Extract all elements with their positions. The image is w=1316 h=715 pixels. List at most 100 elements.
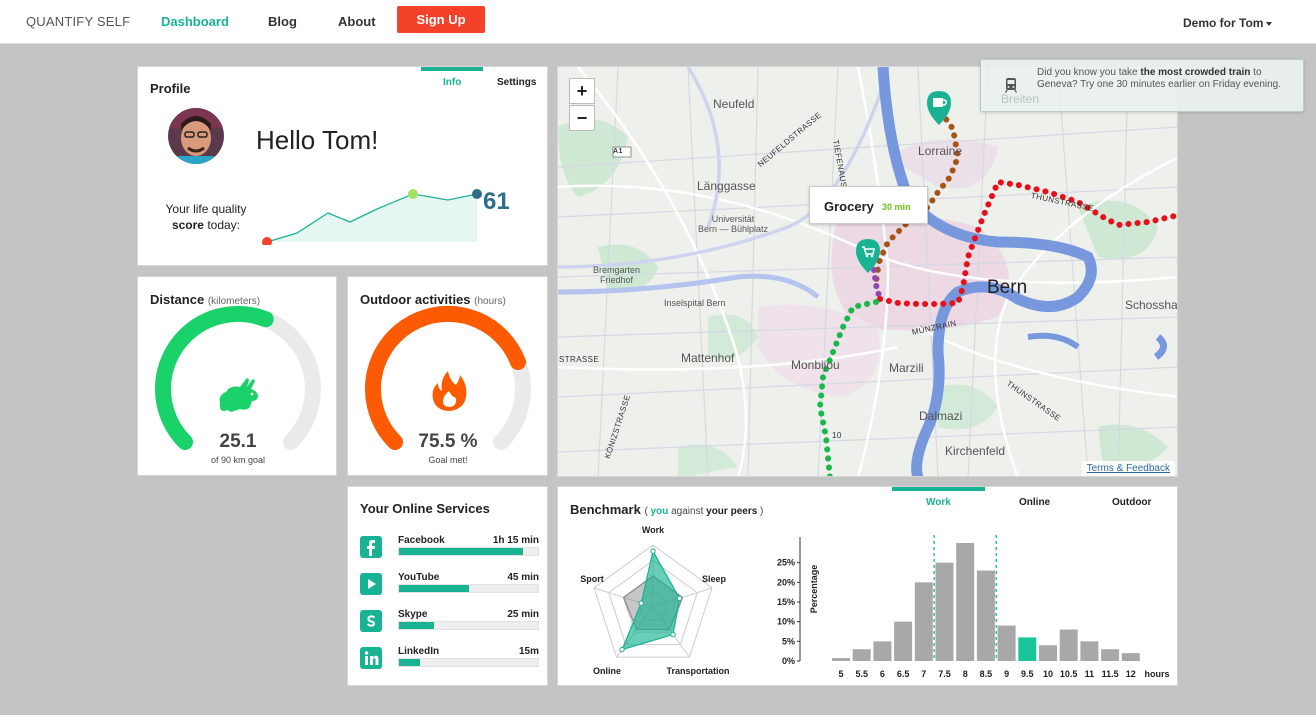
tab-settings[interactable]: Settings xyxy=(497,77,536,88)
x-tick-label: 7.5 xyxy=(938,669,951,679)
grocery-popup[interactable]: Grocery 30 min xyxy=(809,186,928,224)
radar-axis-label: Sleep xyxy=(702,574,727,584)
avatar[interactable] xyxy=(168,108,224,164)
x-tick-label: 9.5 xyxy=(1021,669,1034,679)
brand-logo[interactable]: QUANTIFY SELF xyxy=(26,14,130,29)
services-title: Your Online Services xyxy=(360,501,490,516)
map-label-bremgarten-line2: Friedhof xyxy=(600,275,634,285)
radar-you-point xyxy=(670,631,676,638)
outdoor-card: Outdoor activities (hours) 75.5 % Goal m… xyxy=(347,276,548,476)
life-label-line1: Your life quality xyxy=(165,202,247,216)
train-icon xyxy=(1004,78,1018,93)
user-menu[interactable]: Demo for Tom xyxy=(1183,16,1273,30)
bar-8 xyxy=(956,543,975,661)
top-navbar: QUANTIFY SELF Dashboard Blog About Sign … xyxy=(0,0,1316,44)
x-tick-label: 12 xyxy=(1126,669,1136,679)
sparkline-start-point xyxy=(262,237,272,245)
map-label-a1: A1 xyxy=(613,148,623,155)
zoom-out-button[interactable]: − xyxy=(569,105,595,131)
nav-blog[interactable]: Blog xyxy=(268,14,297,29)
map-attribution-link[interactable]: Terms & Feedback xyxy=(1081,461,1175,476)
service-name: Facebook xyxy=(398,535,445,546)
tab-indicator xyxy=(421,67,483,71)
x-tick-label: 6 xyxy=(880,669,885,679)
bar-6 xyxy=(873,641,892,661)
map-label-langgasse: Länggasse xyxy=(697,179,756,193)
sparkline-peak-point xyxy=(408,189,418,199)
service-usage-bar xyxy=(398,621,539,630)
bar-5 xyxy=(832,658,850,661)
linkedin-icon xyxy=(360,647,382,669)
profile-card: Profile Info Settings Hello Tom! Your li… xyxy=(137,66,548,266)
rabbit-icon xyxy=(219,378,258,412)
map-label-marzili: Marzili xyxy=(889,361,924,375)
service-time: 15m xyxy=(518,646,539,657)
tab-info[interactable]: Info xyxy=(443,77,461,88)
x-tick-label: 11 xyxy=(1085,669,1095,679)
zoom-in-button[interactable]: + xyxy=(569,78,595,104)
map-label-kirchenfeld: Kirchenfeld xyxy=(945,444,1006,458)
radar-you-point xyxy=(676,595,683,602)
service-name: LinkedIn xyxy=(398,646,440,657)
radar-axis-label: Work xyxy=(642,525,665,535)
map-label-bremgarten: Bremgarten Friedhof xyxy=(593,265,640,285)
x-tick-label: 6.5 xyxy=(897,669,910,679)
x-tick-label: 7 xyxy=(921,669,926,679)
map-label-lorraine: Lorraine xyxy=(918,144,963,158)
life-label-rest: today: xyxy=(207,218,241,232)
nav-about[interactable]: About xyxy=(338,14,376,29)
benchmark-card: Benchmark ( you against your peers ) Wor… xyxy=(557,486,1178,686)
y-tick-label: 20% xyxy=(777,577,795,587)
nav-dashboard[interactable]: Dashboard xyxy=(161,14,229,29)
distance-goal: of 90 km goal xyxy=(210,455,266,465)
map-label-route-number: 10 xyxy=(832,431,842,440)
chevron-down-icon xyxy=(1266,21,1273,26)
map-label-uni-line1: Universität xyxy=(711,214,755,224)
outdoor-value: 75.5 % xyxy=(418,431,478,452)
y-tick-label: 15% xyxy=(777,597,795,607)
x-tick-label: 9 xyxy=(1004,669,1009,679)
service-usage-bar xyxy=(398,658,539,667)
signup-button[interactable]: Sign Up xyxy=(397,6,485,33)
skype-icon xyxy=(360,610,382,632)
y-tick-label: 10% xyxy=(777,617,795,627)
service-usage-fill xyxy=(399,585,469,592)
map-label-neufeld: Neufeld xyxy=(713,97,755,111)
map-label-strasse: STRASSE xyxy=(559,355,600,364)
distance-value: 25.1 xyxy=(219,431,257,452)
x-tick-label: 10 xyxy=(1043,669,1053,679)
benchmark-bar-chart: 0% 5% 10% 15% 20% 25% Percentage 5 5.5 6 6.5 7 7.5 8 8… xyxy=(777,535,1170,679)
bar-7.5 xyxy=(935,562,954,661)
bar-8.5 xyxy=(976,570,995,661)
bar-10 xyxy=(1039,645,1057,661)
service-usage-fill xyxy=(399,659,420,666)
facebook-icon xyxy=(360,536,382,558)
map-label-inselspital: Inselspital Bern xyxy=(664,298,726,308)
y-tick-label: 0% xyxy=(782,656,795,666)
map-label-universitat: Universität Bern — Bühlplatz xyxy=(688,214,778,234)
map-label-mattenhof: Mattenhof xyxy=(681,351,735,365)
radar-you-point xyxy=(650,548,656,554)
bar-9 xyxy=(997,625,1016,661)
map-label-dalmazi: Dalmazi xyxy=(919,409,963,423)
service-name: YouTube xyxy=(398,572,440,583)
service-time: 25 min xyxy=(507,609,539,620)
radar-axis-label: Transportation xyxy=(666,666,729,676)
outdoor-goal: Goal met! xyxy=(428,455,468,465)
life-score-value: 61 xyxy=(483,188,510,215)
bar-5.5 xyxy=(852,649,871,661)
service-name: Skype xyxy=(398,609,428,620)
flame-icon xyxy=(432,371,467,411)
bar-12 xyxy=(1121,653,1140,661)
x-tick-label: 8.5 xyxy=(980,669,993,679)
map-label-bern: Bern xyxy=(987,277,1028,298)
map-label-uni-line2: Bern — Bühlplatz xyxy=(697,224,769,234)
bar-9.5 xyxy=(1018,637,1037,661)
popup-time: 30 min xyxy=(882,202,911,212)
service-time: 1h 15 min xyxy=(492,535,539,546)
map-canvas[interactable] xyxy=(558,67,1178,477)
tip-notification[interactable]: Breiten Did you know you take the most c… xyxy=(980,59,1304,112)
y-axis-label: Percentage xyxy=(809,565,819,614)
distance-card: Distance (kilometers) 25.1 of 90 km goal xyxy=(137,276,337,476)
map-card[interactable]: + − A1 Neufeld Lorraine Länggasse Univer… xyxy=(557,66,1178,477)
